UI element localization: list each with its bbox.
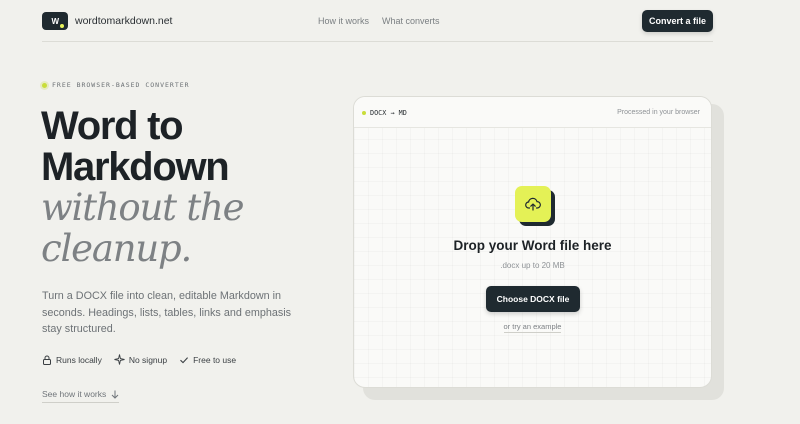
logo-dot <box>60 24 64 28</box>
logo-glyph: W <box>51 16 59 26</box>
nav-how-it-works[interactable]: How it works <box>318 16 369 26</box>
see-how-label: See how it works <box>42 389 107 399</box>
feature-free: Free to use <box>179 354 236 365</box>
card-header: DOCX → MD Processed in your browser <box>354 97 711 128</box>
site-header: W wordtomarkdown.net How it works What c… <box>42 8 713 42</box>
sparkle-icon <box>114 354 125 365</box>
nav-what-converts[interactable]: What converts <box>382 16 440 26</box>
convert-file-button[interactable]: Convert a file <box>642 10 713 32</box>
try-example-wrapper: or try an example <box>354 322 711 333</box>
upload-cloud-glyph <box>525 197 541 211</box>
see-how-it-works-link[interactable]: See how it works <box>42 389 120 403</box>
choose-docx-button[interactable]: Choose DOCX file <box>486 286 580 312</box>
status-dot <box>42 82 47 88</box>
eyebrow: FREE BROWSER-BASED CONVERTER <box>42 81 190 89</box>
logo-icon[interactable]: W <box>42 12 68 30</box>
headline-line-3: without the <box>41 186 245 229</box>
hero-description: Turn a DOCX file into clean, editable Ma… <box>42 290 292 335</box>
headline-line-4: cleanup. <box>41 227 192 270</box>
headline-line-1: Word to <box>41 104 184 148</box>
feature-label: No signup <box>128 354 168 365</box>
feature-label: Runs locally <box>56 354 102 365</box>
format-tag-text: DOCX → MD <box>370 109 407 117</box>
feature-no-signup: No signup <box>114 354 167 365</box>
lock-icon <box>43 355 51 365</box>
eyebrow-text: FREE BROWSER-BASED CONVERTER <box>52 81 190 89</box>
processed-note: Processed in your browser <box>617 109 700 116</box>
try-example-link[interactable]: or try an example <box>503 322 562 333</box>
headline-line-2: Markdown <box>41 145 230 189</box>
feature-label: Free to use <box>193 354 237 365</box>
tag-dot <box>362 111 366 115</box>
converter-card: DOCX → MD Processed in your browser Drop… <box>353 96 712 388</box>
upload-cloud-icon[interactable] <box>515 186 551 222</box>
check-icon <box>180 356 189 363</box>
feature-runs-locally: Runs locally <box>42 354 102 365</box>
brand-name[interactable]: wordtomarkdown.net <box>75 15 172 27</box>
format-tag: DOCX → MD <box>362 109 407 117</box>
feature-list: Runs locally No signup Free to use <box>42 354 236 365</box>
drop-zone-title: Drop your Word file here <box>453 238 612 253</box>
file-size-limit: .docx up to 20 MB <box>500 261 565 270</box>
arrow-down-icon <box>111 390 119 399</box>
